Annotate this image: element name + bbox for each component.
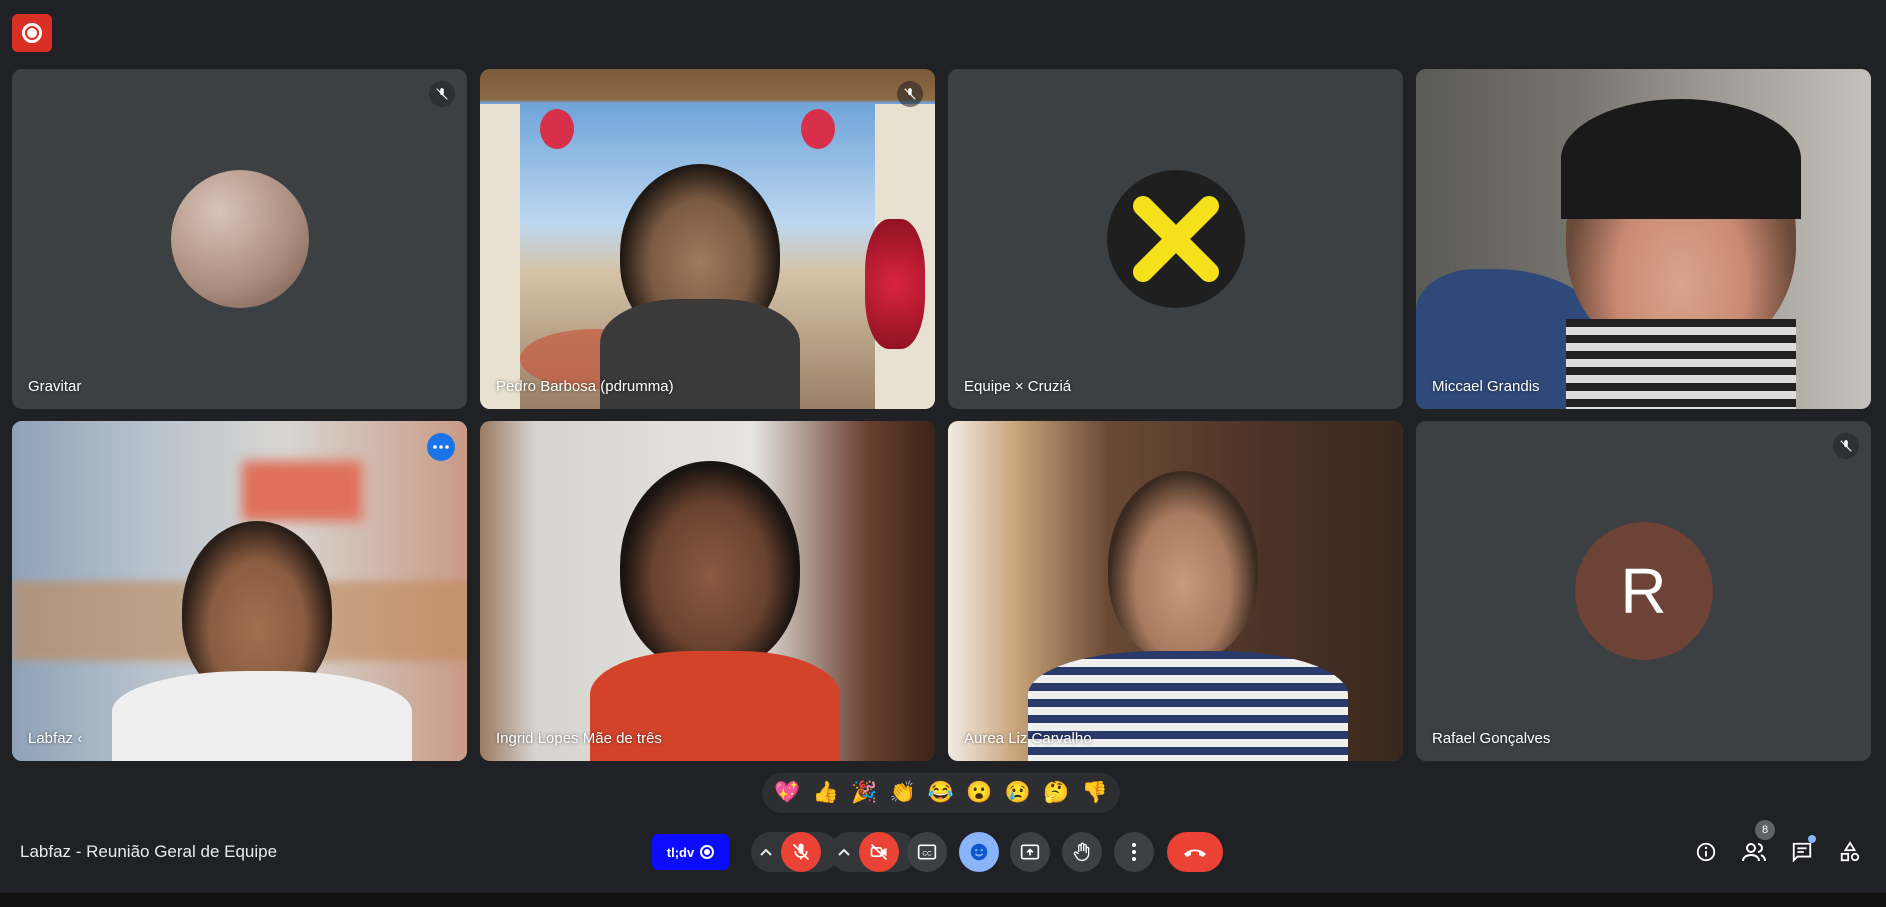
reaction-laugh[interactable]: 😂: [924, 781, 958, 805]
more-vert-icon: [1132, 843, 1136, 861]
mic-off-icon: [429, 81, 455, 107]
raise-hand-icon: [1073, 842, 1090, 861]
reaction-bar: 💖 👍 🎉 👏 😂 😮 😢 🤔 👎: [762, 773, 1120, 813]
mic-toggle-button[interactable]: [781, 832, 821, 872]
participant-name: Miccael Grandis: [1432, 378, 1540, 395]
participant-tile-ingrid[interactable]: Ingrid Lopes Mãe de três: [480, 421, 935, 761]
record-icon: [700, 845, 715, 859]
tldv-button[interactable]: tl;dv: [652, 834, 729, 870]
mic-off-icon: [792, 843, 810, 861]
chat-icon: [1792, 842, 1812, 863]
mic-off-icon: [897, 81, 923, 107]
emoji-icon: [970, 843, 988, 861]
participant-name: Equipe × Cruziá: [964, 378, 1072, 395]
participant-name: Ingrid Lopes Mãe de três: [496, 730, 662, 747]
participant-tile-pedro[interactable]: Pedro Barbosa (pdrumma): [480, 69, 935, 409]
hangup-icon: [1184, 849, 1206, 857]
participant-video: [12, 421, 467, 761]
reaction-surprised[interactable]: 😮: [962, 781, 996, 805]
present-icon: [1020, 844, 1040, 860]
recording-indicator[interactable]: [12, 14, 52, 52]
record-icon: [22, 23, 42, 43]
activities-button[interactable]: [1832, 834, 1868, 870]
participant-tile-rafael[interactable]: R Rafael Gonçalves: [1416, 421, 1871, 761]
svg-text:CC: CC: [922, 850, 932, 857]
activities-icon: [1840, 841, 1860, 862]
reaction-heart[interactable]: 💖: [770, 781, 804, 805]
tldv-label: tl;dv: [666, 844, 695, 860]
participant-video: [948, 421, 1403, 761]
window-bottom-edge: [0, 893, 1886, 907]
participant-name: Labfaz ‹: [28, 730, 83, 747]
camera-control: [829, 832, 917, 872]
participant-video: [480, 69, 935, 409]
more-options-button[interactable]: [427, 433, 455, 461]
mic-options-button[interactable]: [751, 848, 781, 856]
microphone-control: [751, 832, 839, 872]
reaction-party[interactable]: 🎉: [847, 781, 881, 805]
chevron-up-icon: [838, 848, 850, 856]
reaction-thumbs-down[interactable]: 👎: [1078, 781, 1112, 805]
meeting-title: Labfaz - Reunião Geral de Equipe: [20, 842, 278, 861]
chat-unread-indicator: [1808, 835, 1816, 843]
captions-icon: CC: [917, 844, 937, 860]
avatar: [1106, 170, 1245, 308]
x-logo-icon: [1132, 196, 1219, 282]
info-icon: [1696, 842, 1716, 862]
meeting-info-button[interactable]: [1688, 834, 1724, 870]
emoji-button[interactable]: [959, 832, 999, 872]
camera-options-button[interactable]: [829, 848, 859, 856]
participant-tile-miccael[interactable]: Miccael Grandis: [1416, 69, 1871, 409]
participant-tile-equipe[interactable]: Equipe × Cruziá: [948, 69, 1403, 409]
avatar-initial: R: [1620, 555, 1667, 627]
raise-hand-button[interactable]: [1062, 832, 1102, 872]
reaction-sad[interactable]: 😢: [1001, 781, 1035, 805]
participant-name: Pedro Barbosa (pdrumma): [496, 378, 674, 395]
participant-name: Gravitar: [28, 378, 82, 395]
captions-button[interactable]: CC: [907, 832, 947, 872]
avatar: R: [1574, 522, 1713, 660]
reaction-thumbs-up[interactable]: 👍: [809, 781, 843, 805]
participant-tile-labfaz[interactable]: Labfaz ‹: [12, 421, 467, 761]
people-icon: [1742, 843, 1766, 862]
participant-name: Rafael Gonçalves: [1432, 730, 1551, 747]
reaction-clap[interactable]: 👏: [886, 781, 920, 805]
chevron-up-icon: [760, 848, 772, 856]
present-button[interactable]: [1010, 832, 1050, 872]
participant-name: Aurea Liz Carvalho: [964, 730, 1092, 747]
people-count-badge: 8: [1755, 820, 1775, 840]
participant-tile-aurea[interactable]: Aurea Liz Carvalho: [948, 421, 1403, 761]
camera-toggle-button[interactable]: [859, 832, 899, 872]
avatar: [170, 170, 309, 308]
camera-off-icon: [870, 843, 888, 861]
participant-tile-gravitar[interactable]: Gravitar: [12, 69, 467, 409]
participant-video: [480, 421, 935, 761]
leave-call-button[interactable]: [1167, 832, 1223, 872]
more-options-button[interactable]: [1114, 832, 1154, 872]
mic-off-icon: [1833, 433, 1859, 459]
reaction-thinking[interactable]: 🤔: [1039, 781, 1073, 805]
participant-video: [1416, 69, 1871, 409]
more-horiz-icon: [433, 445, 449, 449]
